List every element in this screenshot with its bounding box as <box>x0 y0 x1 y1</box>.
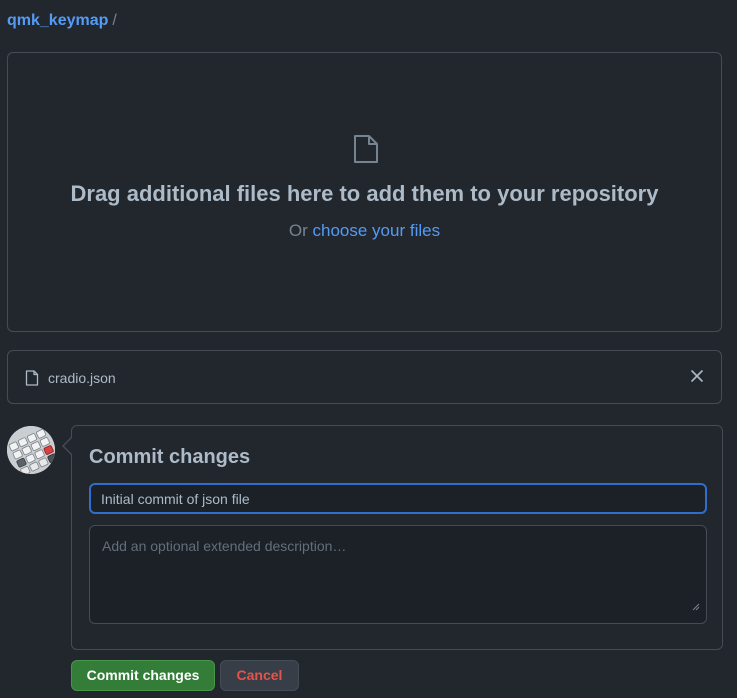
breadcrumb: qmk_keymap / <box>7 12 117 30</box>
choose-files-link[interactable]: choose your files <box>313 221 441 240</box>
file-icon <box>25 370 39 391</box>
dropzone-or-text: Or <box>288 221 308 240</box>
commit-description-textarea[interactable] <box>89 525 707 624</box>
commit-changes-button[interactable]: Commit changes <box>71 660 215 691</box>
uploaded-file-row: cradio.json <box>7 350 722 404</box>
commit-box-caret-inner <box>64 438 72 454</box>
dropzone-subtitle: Or choose your files <box>8 221 721 241</box>
resize-grip-icon[interactable] <box>692 598 700 616</box>
file-name: cradio.json <box>48 370 116 386</box>
commit-message-input[interactable] <box>89 483 707 514</box>
dropzone-title: Drag additional files here to add them t… <box>70 181 659 206</box>
avatar <box>7 426 55 474</box>
repo-link[interactable]: qmk_keymap <box>7 12 108 29</box>
file-dropzone[interactable]: Drag additional files here to add them t… <box>7 52 722 332</box>
cancel-button[interactable]: Cancel <box>220 660 299 691</box>
file-icon <box>353 134 379 169</box>
breadcrumb-separator: / <box>112 12 117 29</box>
commit-heading: Commit changes <box>89 446 251 468</box>
commit-form: Commit changes <box>71 425 723 650</box>
close-icon[interactable] <box>687 366 707 386</box>
